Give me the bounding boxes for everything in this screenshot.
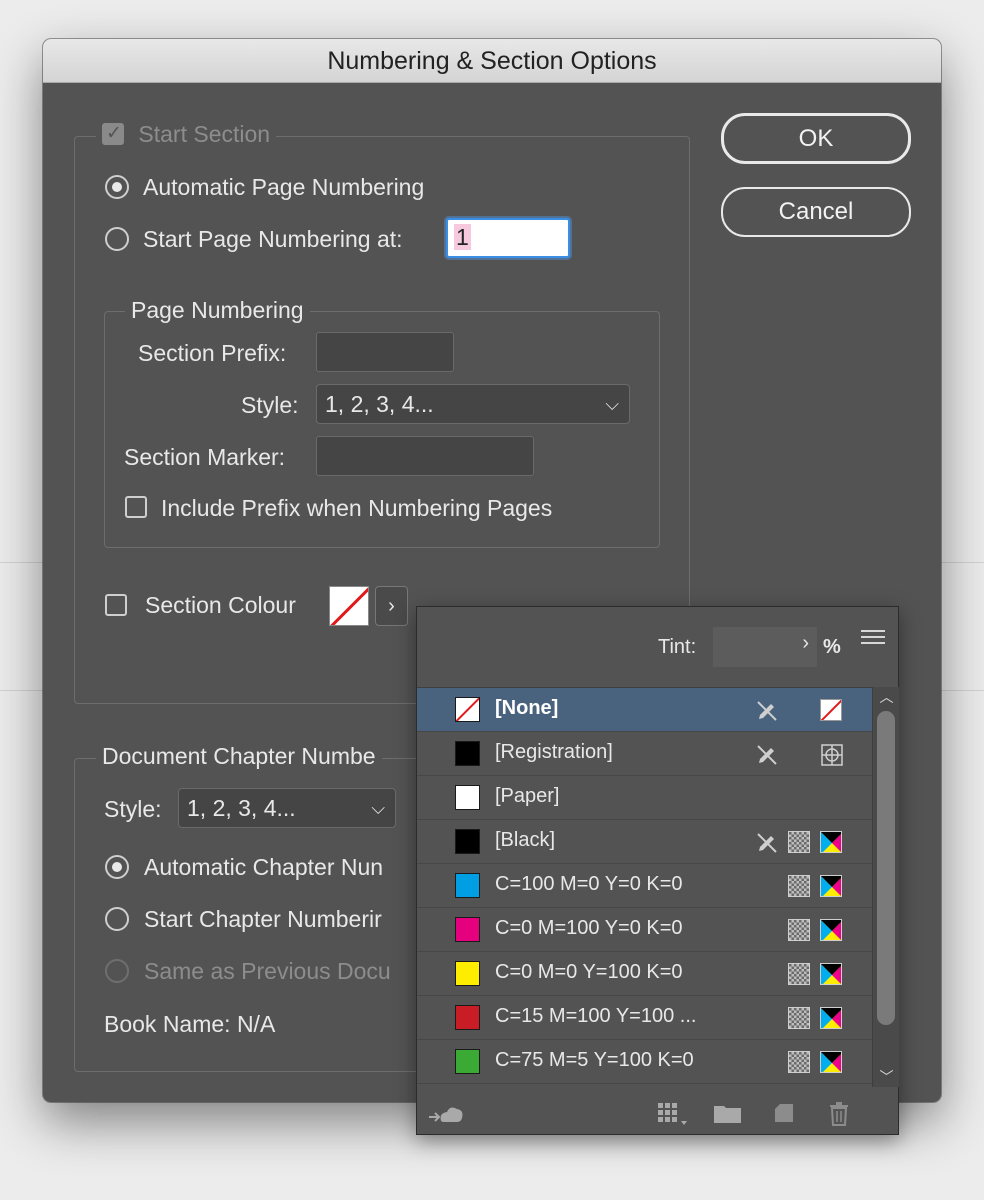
swatch-chip xyxy=(455,697,480,722)
section-prefix-input[interactable] xyxy=(316,332,454,372)
tint-label: Tint: xyxy=(658,636,697,658)
scroll-thumb[interactable] xyxy=(877,711,895,1025)
chapter-style-value: 1, 2, 3, 4... xyxy=(187,795,296,821)
swatch-name: [None] xyxy=(495,697,559,719)
start-page-number-input[interactable]: 1 xyxy=(446,218,570,258)
start-page-numbering-radio[interactable] xyxy=(105,227,129,251)
section-colour-arrow-button[interactable]: › xyxy=(375,586,408,626)
same-as-previous-radio[interactable] xyxy=(105,959,129,983)
page-style-value: 1, 2, 3, 4... xyxy=(325,391,434,417)
swatch-chip xyxy=(455,917,480,942)
process-colour-icon xyxy=(788,875,810,897)
process-colour-icon xyxy=(788,1007,810,1029)
cmyk-mode-icon xyxy=(820,1051,842,1073)
swatch-chip xyxy=(455,873,480,898)
process-colour-icon xyxy=(788,831,810,853)
swatch-chip xyxy=(455,1005,480,1030)
delete-swatch-icon[interactable] xyxy=(827,1101,851,1133)
swatch-name: [Black] xyxy=(495,829,556,851)
automatic-chapter-numbering-radio[interactable] xyxy=(105,855,129,879)
swatch-row-paper[interactable]: [Paper] xyxy=(417,776,872,820)
swatch-name: C=100 M=0 Y=0 K=0 xyxy=(495,873,683,895)
swatch-name: C=0 M=0 Y=100 K=0 xyxy=(495,961,683,983)
start-chapter-numbering-radio[interactable] xyxy=(105,907,129,931)
page-numbering-legend: Page Numbering xyxy=(125,297,310,324)
swatch-chip xyxy=(455,961,480,986)
panel-menu-icon[interactable] xyxy=(861,630,885,648)
swatch-name: C=15 M=100 Y=100 ... xyxy=(495,1005,697,1027)
start-section-checkbox[interactable] xyxy=(102,122,124,145)
automatic-page-numbering-label: Automatic Page Numbering xyxy=(143,174,425,200)
swatch-row-black[interactable]: [Black] xyxy=(417,820,872,864)
automatic-page-numbering-radio[interactable] xyxy=(105,175,129,199)
section-prefix-label: Section Prefix: xyxy=(138,340,287,366)
same-as-previous-label: Same as Previous Docu xyxy=(144,958,391,984)
swatch-row-none[interactable]: [None] xyxy=(417,688,872,732)
start-chapter-numbering-label: Start Chapter Numberir xyxy=(144,906,382,932)
chevron-right-icon[interactable]: › xyxy=(802,632,809,655)
scroll-down-icon[interactable]: ﹀ xyxy=(873,1067,900,1087)
swatch-row-cyan[interactable]: C=100 M=0 Y=0 K=0 xyxy=(417,864,872,908)
swatch-name: C=75 M=5 Y=100 K=0 xyxy=(495,1049,694,1071)
swatch-row-yellow[interactable]: C=0 M=0 Y=100 K=0 xyxy=(417,952,872,996)
no-edit-pencil-icon xyxy=(755,699,777,721)
swatch-name: [Paper] xyxy=(495,785,560,807)
swatch-chip xyxy=(455,829,480,854)
include-prefix-checkbox[interactable] xyxy=(125,496,147,518)
style-label: Style: xyxy=(241,392,299,418)
cmyk-mode-icon xyxy=(820,1007,842,1029)
cloud-libraries-icon[interactable] xyxy=(427,1101,465,1133)
include-prefix-label: Include Prefix when Numbering Pages xyxy=(161,495,553,521)
swatch-chip xyxy=(455,1049,480,1074)
new-swatch-icon[interactable] xyxy=(772,1101,796,1131)
book-name-label: Book Name: N/A xyxy=(104,1011,276,1037)
new-colour-group-icon[interactable] xyxy=(713,1101,743,1131)
automatic-chapter-numbering-label: Automatic Chapter Nun xyxy=(144,854,384,880)
ok-button[interactable]: OK xyxy=(721,113,911,164)
chapter-style-select[interactable]: 1, 2, 3, 4... ⌵ xyxy=(178,788,396,828)
start-page-number-value: 1 xyxy=(454,224,471,250)
swatches-popup: Tint: › % [None] [Registration] [Paper] … xyxy=(416,606,899,1135)
section-marker-input[interactable] xyxy=(316,436,534,476)
process-colour-icon xyxy=(788,963,810,985)
swatch-list: [None] [Registration] [Paper] [Black] C=… xyxy=(417,687,872,1087)
swatch-list-scrollbar[interactable]: ︿ ﹀ xyxy=(872,687,899,1087)
start-page-numbering-label: Start Page Numbering at: xyxy=(143,226,403,252)
chevron-down-icon: ⌵ xyxy=(371,798,385,818)
percent-label: % xyxy=(823,636,841,658)
page-style-select[interactable]: 1, 2, 3, 4... ⌵ xyxy=(316,384,630,424)
process-colour-icon xyxy=(788,1051,810,1073)
section-colour-checkbox[interactable] xyxy=(105,594,127,616)
swatch-chip xyxy=(455,741,480,766)
none-colour-icon xyxy=(820,699,842,721)
cmyk-mode-icon xyxy=(820,963,842,985)
chevron-down-icon: ⌵ xyxy=(605,394,619,414)
swatch-name: C=0 M=100 Y=0 K=0 xyxy=(495,917,683,939)
cancel-button[interactable]: Cancel xyxy=(721,187,911,237)
cmyk-mode-icon xyxy=(820,919,842,941)
registration-icon xyxy=(820,743,843,766)
swatch-row-magenta[interactable]: C=0 M=100 Y=0 K=0 xyxy=(417,908,872,952)
scroll-up-icon[interactable]: ︿ xyxy=(873,687,900,707)
swatch-name: [Registration] xyxy=(495,741,613,763)
cmyk-mode-icon xyxy=(820,831,842,853)
section-colour-label: Section Colour xyxy=(145,592,296,618)
swatch-row-registration[interactable]: [Registration] xyxy=(417,732,872,776)
tint-input[interactable]: › xyxy=(713,627,817,667)
swatch-chip xyxy=(455,785,480,810)
swatch-row-red[interactable]: C=15 M=100 Y=100 ... xyxy=(417,996,872,1040)
swatch-row-green[interactable]: C=75 M=5 Y=100 K=0 xyxy=(417,1040,872,1084)
no-edit-pencil-icon xyxy=(755,831,777,853)
start-section-legend: Start Section xyxy=(96,121,277,148)
cmyk-mode-icon xyxy=(820,875,842,897)
dialog-title: Numbering & Section Options xyxy=(43,39,941,83)
no-edit-pencil-icon xyxy=(755,743,777,765)
swatch-view-options-icon[interactable] xyxy=(657,1101,691,1133)
start-section-label: Start Section xyxy=(138,121,271,147)
section-colour-swatch[interactable] xyxy=(329,586,369,626)
section-marker-label: Section Marker: xyxy=(124,444,286,470)
chapter-style-label: Style: xyxy=(104,796,162,822)
process-colour-icon xyxy=(788,919,810,941)
chapter-numbering-legend: Document Chapter Numbe xyxy=(96,743,382,770)
